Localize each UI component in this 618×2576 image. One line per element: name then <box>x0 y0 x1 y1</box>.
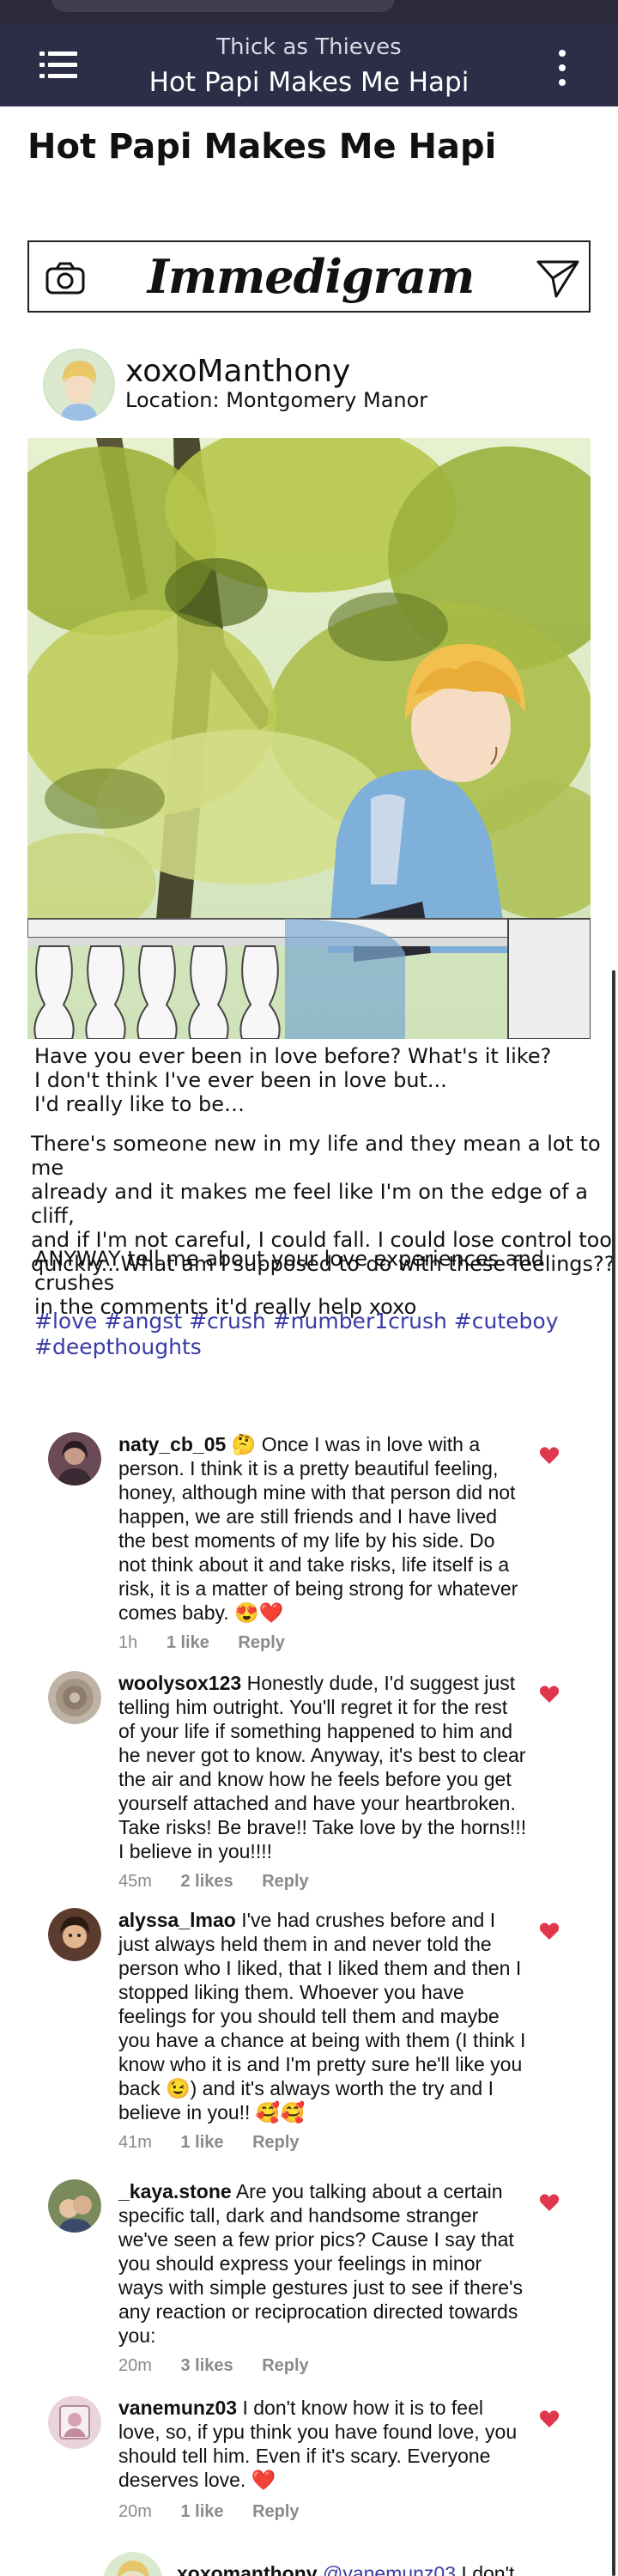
comment-meta: 1h 1 like Reply <box>118 1633 309 1653</box>
top-status-strip <box>0 0 618 24</box>
avatar[interactable] <box>48 2179 101 2233</box>
comment-likes[interactable]: 3 likes <box>180 2356 233 2375</box>
post-username[interactable]: xoxoManthony <box>125 354 350 389</box>
comment-message: I don't <box>456 2562 515 2576</box>
comment-meta: 20m 3 likes Reply <box>118 2356 333 2376</box>
heart-icon[interactable] <box>539 2409 560 2428</box>
heart-icon[interactable] <box>539 1685 560 1704</box>
comment-time: 20m <box>118 2356 152 2375</box>
comment-username[interactable]: xoxomanthony <box>177 2562 318 2576</box>
comment-username[interactable]: alyssa_lmao <box>118 1909 236 1931</box>
comment-likes[interactable]: 1 like <box>180 2133 223 2152</box>
reply-button[interactable]: Reply <box>262 2356 308 2375</box>
comment-text: naty_cb_05 🤔 Once I was in love with a p… <box>118 1432 527 1625</box>
post-image <box>27 438 591 1039</box>
avatar[interactable] <box>48 1908 101 1961</box>
comment-message: Are you talking about a certain specific… <box>118 2180 523 2347</box>
heart-icon[interactable] <box>539 1922 560 1941</box>
vertical-dots-icon[interactable] <box>549 48 575 88</box>
comment-text: vanemunz03 I don't know how it is to fee… <box>118 2396 527 2492</box>
reply-button[interactable]: Reply <box>252 2133 299 2152</box>
comment-text: alyssa_lmao I've had crushes before and … <box>118 1908 527 2124</box>
reply-button[interactable]: Reply <box>262 1872 308 1891</box>
comment-meta: 41m 1 like Reply <box>118 2133 324 2153</box>
comment-username[interactable]: vanemunz03 <box>118 2397 237 2419</box>
post-hashtags[interactable]: #love #angst #crush #number1crush #cuteb… <box>34 1309 584 1360</box>
comment-text: woolysox123 Honestly dude, I'd suggest j… <box>118 1671 527 1863</box>
avatar[interactable] <box>48 2396 101 2449</box>
heart-icon[interactable] <box>539 1446 560 1465</box>
send-paper-plane-icon[interactable] <box>536 258 580 299</box>
heart-icon[interactable] <box>539 2193 560 2212</box>
avatar[interactable] <box>48 1671 101 1724</box>
mention-link[interactable]: @vanemunz03 <box>323 2562 456 2576</box>
comment-likes[interactable]: 2 likes <box>180 1872 233 1891</box>
comment-time: 20m <box>118 2502 152 2521</box>
comment-meta: 20m 1 like Reply <box>118 2502 324 2522</box>
comment-username[interactable]: naty_cb_05 <box>118 1433 226 1455</box>
comment-meta: 45m 2 likes Reply <box>118 1872 333 1892</box>
status-pill <box>52 0 395 12</box>
comment-likes[interactable]: 1 like <box>180 2502 223 2521</box>
comment-message: I've had crushes before and I just alway… <box>118 1909 526 2123</box>
app-header: Thick as Thieves Hot Papi Makes Me Hapi <box>0 24 618 106</box>
story-title: Thick as Thieves <box>216 34 402 60</box>
avatar[interactable] <box>103 2552 163 2576</box>
comment-text: _kaya.stone Are you talking about a cert… <box>118 2179 527 2348</box>
chapter-title: Hot Papi Makes Me Hapi <box>148 67 470 98</box>
comment-time: 45m <box>118 1872 152 1891</box>
reply-button[interactable]: Reply <box>252 2502 299 2521</box>
scrollbar[interactable] <box>612 970 615 2576</box>
immedigram-bar: Immedigram <box>27 240 591 313</box>
avatar[interactable] <box>43 349 115 421</box>
post-location: Location: Montgomery Manor <box>125 388 428 412</box>
comment-message: Honestly dude, I'd suggest just telling … <box>118 1672 527 1862</box>
post-caption-intro: Have you ever been in love before? What'… <box>34 1044 552 1116</box>
reply-button[interactable]: Reply <box>238 1633 284 1652</box>
page-title: Hot Papi Makes Me Hapi <box>27 127 497 167</box>
immedigram-logo: Immedigram <box>147 249 476 304</box>
avatar[interactable] <box>48 1432 101 1485</box>
comment-username[interactable]: _kaya.stone <box>118 2180 232 2202</box>
comment-username[interactable]: woolysox123 <box>118 1672 241 1694</box>
reply-comment: xoxomanthony @vanemunz03 I don't <box>103 2542 584 2576</box>
comment-message: 🤔 Once I was in love with a person. I th… <box>118 1433 518 1624</box>
comment-time: 1h <box>118 1633 138 1652</box>
comment-time: 41m <box>118 2133 152 2152</box>
comment-text: xoxomanthony @vanemunz03 I don't <box>177 2562 514 2576</box>
comment-likes[interactable]: 1 like <box>167 1633 209 1652</box>
